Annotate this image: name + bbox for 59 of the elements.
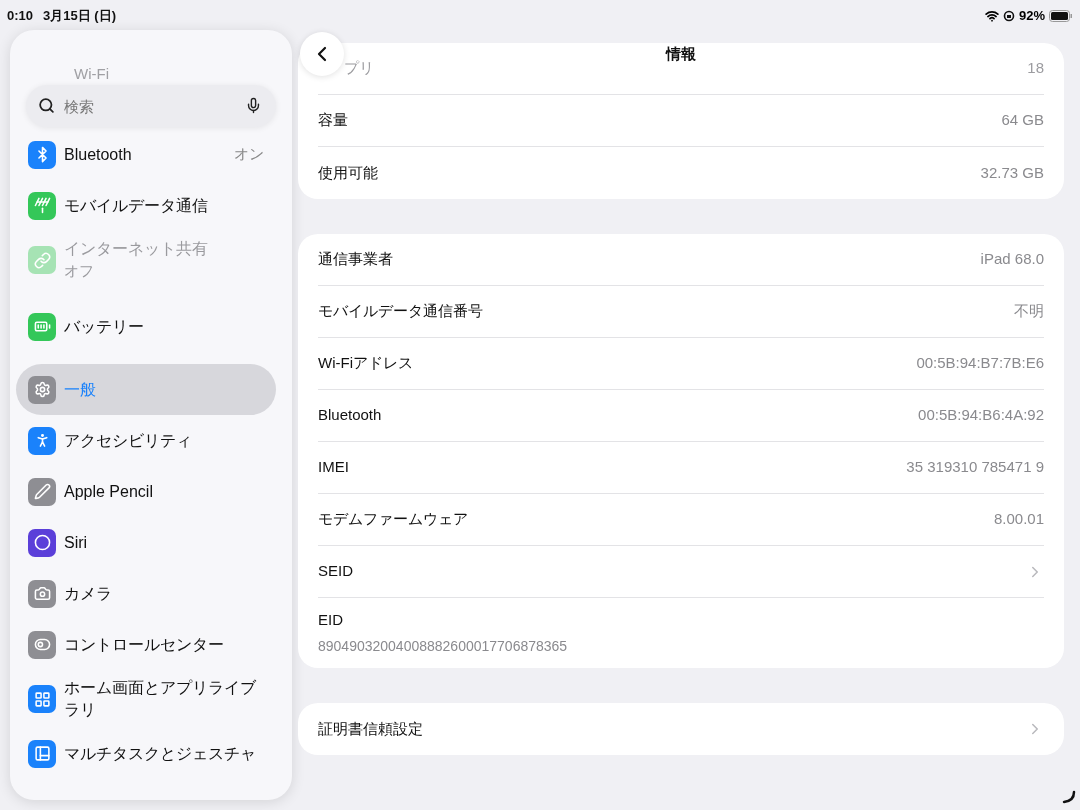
row-value: 64 GB — [1001, 110, 1044, 131]
row-value: 8.00.01 — [993, 509, 1044, 530]
row-label: モバイルデータ通信番号 — [318, 301, 483, 322]
item-label: インターネット共有 — [64, 239, 209, 259]
row-label: Wi-Fiアドレス — [318, 353, 413, 374]
item-label: 一般 — [64, 379, 97, 400]
sidebar-item[interactable]: Apple Pencil — [16, 466, 276, 517]
search-field[interactable]: 検索 — [26, 85, 276, 127]
battery-percent: 92% — [1018, 7, 1045, 26]
rotation-lock-icon — [1002, 10, 1015, 22]
page-title: 情報 — [666, 43, 696, 64]
item-label: Siri — [64, 532, 89, 553]
item-subtitle: オフ — [64, 261, 95, 281]
row-label: 容量 — [318, 110, 348, 131]
row-value: 35 319310 785471 9 — [906, 457, 1044, 478]
status-date: 3月15日 (日) — [43, 7, 116, 26]
item-label: マルチタスクとジェスチャ — [64, 743, 257, 764]
sidebar-item[interactable]: コントロールセンター — [16, 619, 276, 670]
sidebar-item[interactable]: モバイルデータ通信 — [16, 180, 276, 231]
row-value: 32.73 GB — [980, 162, 1044, 183]
row-label: 証明書信頼設定 — [318, 718, 423, 739]
wifi-icon — [984, 9, 999, 23]
item-label: カメラ — [64, 583, 113, 604]
item-label: ホーム画面とアプリライブラリ — [64, 678, 257, 720]
item-label: コントロールセンター — [64, 634, 225, 655]
item-label: バッテリー — [64, 316, 145, 337]
row-label: モデムファームウェア — [318, 509, 468, 530]
row-value: 00:5B:94:B7:7B:E6 — [916, 353, 1044, 374]
sidebar-item[interactable]: Siri — [16, 517, 276, 568]
status-time: 0:10 — [7, 7, 34, 26]
row-label: Bluetooth — [318, 405, 382, 426]
row-value: 18 — [1027, 58, 1044, 79]
microphone-icon[interactable] — [245, 97, 262, 114]
row-label: プリ — [343, 58, 374, 79]
search-icon — [38, 97, 55, 114]
sidebar-item[interactable]: バッテリー — [16, 301, 276, 352]
back-button[interactable] — [300, 32, 344, 76]
sidebar-item[interactable]: アクセシビリティ — [16, 415, 276, 466]
row-label: EID — [318, 610, 344, 631]
sidebar-item[interactable]: カメラ — [16, 568, 276, 619]
row-label: SEID — [318, 561, 353, 582]
battery-icon — [1049, 10, 1073, 22]
row-label: 通信事業者 — [318, 249, 393, 270]
sidebar-item[interactable]: Bluetooth オン — [16, 129, 276, 180]
row-value: iPad 68.0 — [980, 249, 1044, 270]
row-value: 00:5B:94:B6:4A:92 — [918, 405, 1044, 426]
item-label: モバイルデータ通信 — [64, 195, 209, 216]
item-label: Bluetooth — [64, 144, 133, 165]
item-label: アクセシビリティ — [64, 430, 193, 451]
item-label: Wi-Fi — [74, 64, 110, 84]
loading-arc-icon — [1062, 790, 1076, 804]
sidebar-item[interactable]: ホーム画面とアプリライブラリ — [16, 670, 276, 728]
sidebar-item[interactable]: マルチタスクとジェスチャ — [16, 728, 276, 779]
item-label: Apple Pencil — [64, 481, 154, 502]
row-label: IMEI — [318, 457, 349, 478]
row-value: 不明 — [1014, 301, 1044, 322]
row-value: 89049032004008882600017706878365 — [318, 636, 568, 656]
row-label: 使用可能 — [318, 162, 378, 183]
item-value: オン — [234, 144, 264, 165]
